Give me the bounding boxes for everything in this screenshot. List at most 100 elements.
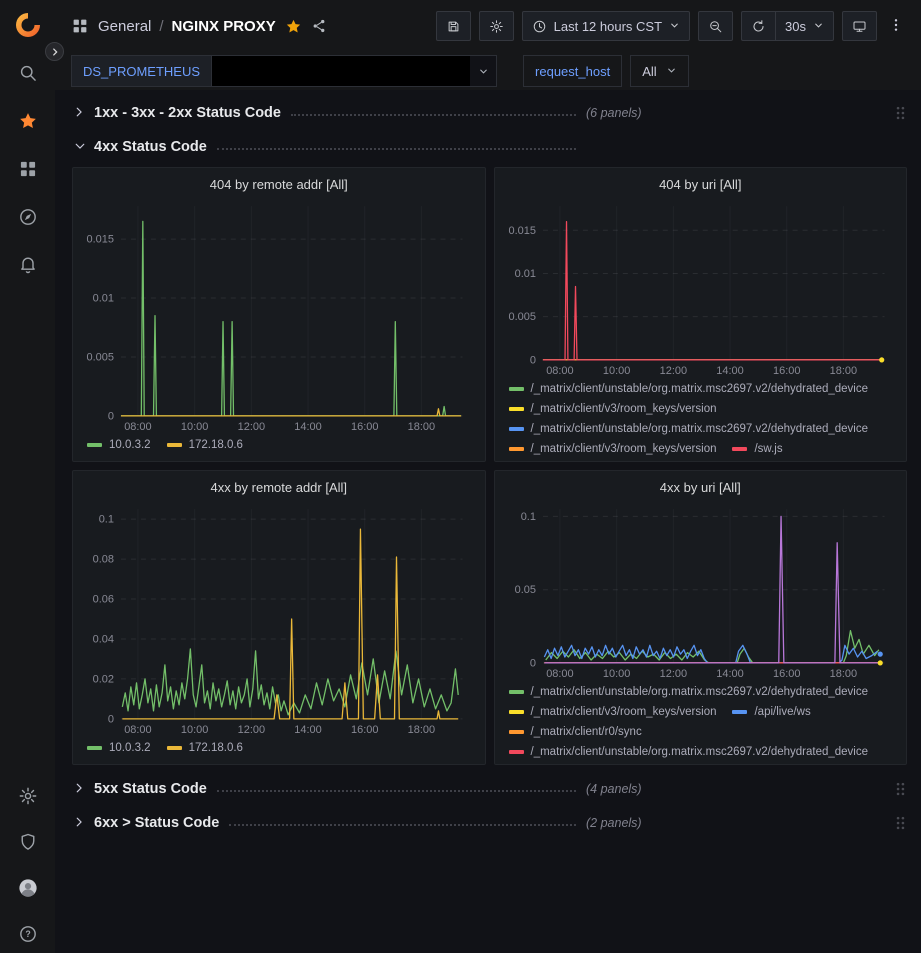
legend-item[interactable]: 172.18.0.6 [167,435,243,455]
legend-item[interactable]: /api/live/ws [732,702,810,722]
dashboard-panel: 4xx by uri [All] 00.050.108:0010:0012:00… [494,470,908,765]
svg-text:18:00: 18:00 [829,365,856,377]
legend-item[interactable]: /_matrix/client/v3/room_keys/version [509,439,717,455]
row-6xx[interactable]: 6xx > Status Code (2 panels) [72,809,907,836]
favorite-star-icon[interactable] [285,18,302,35]
svg-text:0.015: 0.015 [87,234,114,246]
variable-ds-prometheus-value [212,56,470,86]
timeseries-chart[interactable]: 00.050.108:0010:0012:0014:0016:0018:00 [503,499,899,680]
panel-legend: 10.0.3.2 172.18.0.6 [81,433,477,455]
row-5xx[interactable]: 5xx Status Code (4 panels) [72,775,907,802]
legend-series-name: /_matrix/client/unstable/org.matrix.msc2… [531,379,869,399]
timeseries-chart[interactable]: 00.0050.010.01508:0010:0012:0014:0016:00… [81,196,477,433]
starred-dashboards-icon[interactable] [17,110,39,132]
svg-text:0.01: 0.01 [514,268,535,280]
svg-text:08:00: 08:00 [546,668,573,680]
legend-item[interactable]: /sw.js [732,439,782,455]
svg-text:0: 0 [529,657,535,669]
legend-item[interactable]: 172.18.0.6 [167,738,243,758]
breadcrumb-general-link[interactable]: General [98,18,151,35]
dashboard-canvas: 1xx - 3xx - 2xx Status Code (6 panels) 4… [55,90,921,953]
row-leader-dots [217,143,576,150]
svg-text:10:00: 10:00 [181,724,208,736]
legend-series-swatch [509,730,524,734]
zoom-out-icon [708,19,723,34]
share-icon[interactable] [311,18,327,34]
legend-item[interactable]: 10.0.3.2 [87,738,151,758]
alerting-bell-icon[interactable] [17,254,39,276]
panel-grid: 404 by remote addr [All] 00.0050.010.015… [72,167,907,765]
more-options-kebab[interactable] [885,17,907,36]
chevron-right-icon [72,815,87,830]
legend-item[interactable]: /_matrix/client/unstable/org.matrix.msc2… [509,379,869,399]
svg-text:0.05: 0.05 [514,584,535,596]
chart-plot: 00.050.108:0010:0012:0014:0016:0018:00 [503,499,899,680]
sidebar-expand-button[interactable] [45,42,64,61]
timeseries-chart[interactable]: 00.020.040.060.080.108:0010:0012:0014:00… [81,499,477,736]
sidebar: ? [0,0,55,953]
variable-ds-prometheus-label[interactable]: DS_PROMETHEUS [71,55,211,87]
variable-ds-prometheus-select[interactable] [211,55,497,87]
refresh-icon [751,19,766,34]
legend-series-swatch [509,447,524,451]
svg-text:14:00: 14:00 [716,668,743,680]
panel-title[interactable]: 4xx by uri [All] [503,477,899,499]
legend-item[interactable]: 10.0.3.2 [87,435,151,455]
security-shield-icon[interactable] [17,831,39,853]
panel-legend: 10.0.3.2 172.18.0.6 [81,736,477,758]
search-icon[interactable] [17,62,39,84]
explore-compass-icon[interactable] [17,206,39,228]
zoom-out-button[interactable] [698,11,733,41]
svg-text:16:00: 16:00 [773,668,800,680]
gear-icon [489,19,504,34]
chart-plot: 00.020.040.060.080.108:0010:0012:0014:00… [81,499,477,736]
timeseries-chart[interactable]: 00.0050.010.01508:0010:0012:0014:0016:00… [503,196,899,377]
variable-request-host-select[interactable]: All [630,55,688,87]
svg-text:12:00: 12:00 [238,724,265,736]
panel-title[interactable]: 4xx by remote addr [All] [81,477,477,499]
svg-text:10:00: 10:00 [602,365,629,377]
legend-item[interactable]: /_matrix/client/unstable/org.matrix.msc2… [509,419,869,439]
panel-title[interactable]: 404 by uri [All] [503,174,899,196]
dashboard-title[interactable]: NGINX PROXY [172,18,276,35]
save-dashboard-button[interactable] [436,11,471,41]
refresh-interval-dropdown[interactable]: 30s [775,11,834,41]
chevron-right-icon [72,781,87,796]
apps-grid-icon[interactable] [71,17,89,35]
legend-series-name: 10.0.3.2 [109,435,151,455]
dashboards-icon[interactable] [17,158,39,180]
legend-item[interactable]: /_matrix/client/r0/sync [509,722,642,742]
grafana-logo[interactable] [13,10,43,40]
svg-text:16:00: 16:00 [351,724,378,736]
main-area: General / NGINX PROXY Last 12 hours [55,0,921,953]
sidebar-bottom: ? [17,785,39,945]
legend-item[interactable]: /_matrix/client/v3/room_keys/version [509,399,717,419]
time-range-picker[interactable]: Last 12 hours CST [522,11,690,41]
variable-request-host-label[interactable]: request_host [523,55,622,87]
row-panel-count: (6 panels) [586,106,642,120]
svg-text:0.1: 0.1 [520,511,535,523]
dashboard-settings-button[interactable] [479,11,514,41]
row-4xx[interactable]: 4xx Status Code [72,133,907,160]
user-avatar[interactable] [17,877,39,899]
row-drag-handle[interactable] [894,104,907,122]
row-1xx-3xx-2xx[interactable]: 1xx - 3xx - 2xx Status Code (6 panels) [72,99,907,126]
legend-series-swatch [509,427,524,431]
row-drag-handle[interactable] [894,780,907,798]
legend-series-name: 172.18.0.6 [189,738,243,758]
legend-item[interactable]: /_matrix/client/unstable/org.matrix.msc2… [509,682,869,702]
chevron-down-icon [666,64,677,79]
server-admin-gear-icon[interactable] [17,785,39,807]
legend-series-swatch [509,387,524,391]
legend-series-swatch [509,750,524,754]
tv-mode-button[interactable] [842,11,877,41]
row-drag-handle[interactable] [894,814,907,832]
legend-item[interactable]: /_matrix/client/v3/room_keys/version [509,702,717,722]
row-panel-count: (2 panels) [586,816,642,830]
legend-item[interactable]: /_matrix/client/unstable/org.matrix.msc2… [509,742,869,758]
help-icon[interactable]: ? [17,923,39,945]
refresh-button[interactable] [741,11,775,41]
legend-series-name: /_matrix/client/v3/room_keys/version [531,702,717,722]
panel-title[interactable]: 404 by remote addr [All] [81,174,477,196]
dashboard-panel: 404 by remote addr [All] 00.0050.010.015… [72,167,486,462]
